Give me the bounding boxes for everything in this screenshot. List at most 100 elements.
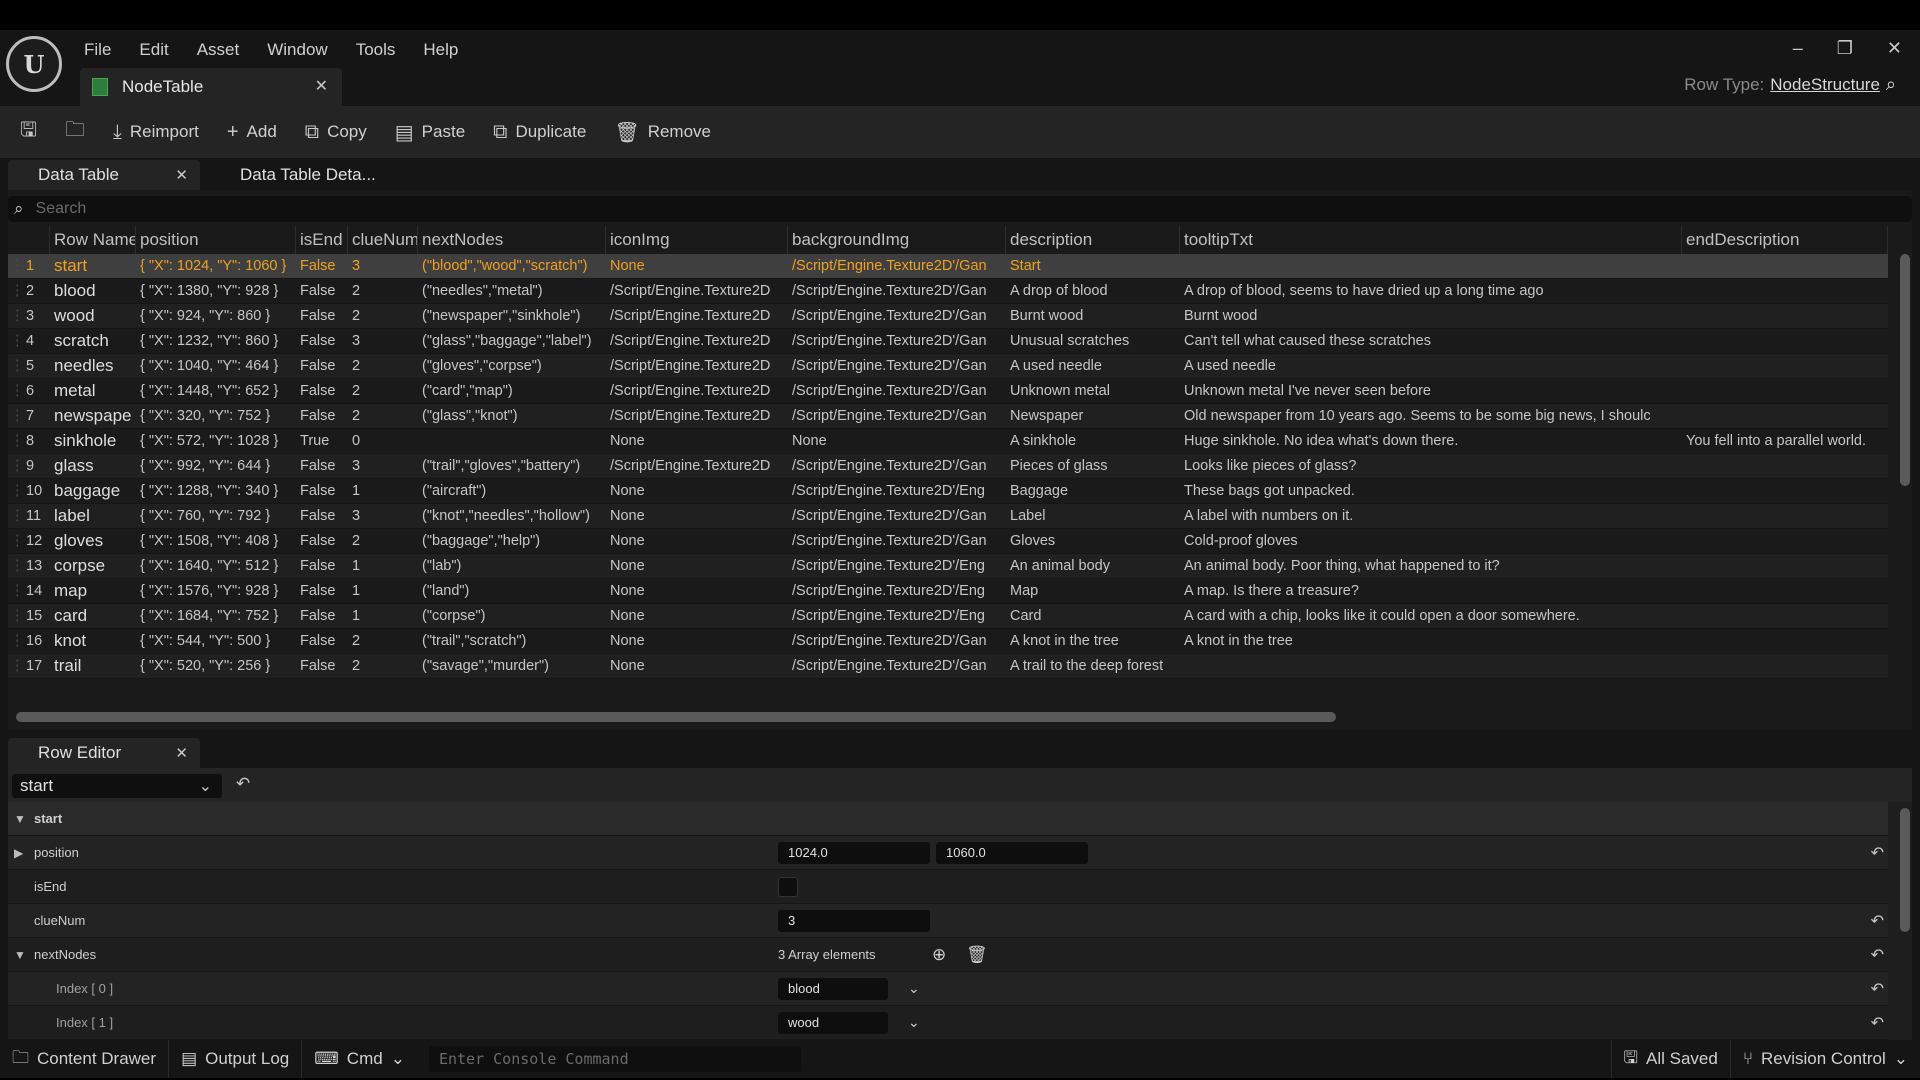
vertical-scrollbar[interactable] (1900, 254, 1910, 486)
cmd-dropdown[interactable]: ⌨ Cmd ⌄ (302, 1040, 417, 1078)
save-button[interactable]: 🖫 (20, 115, 37, 149)
position-x-field[interactable]: 1024.0 (778, 841, 930, 864)
drag-handle-icon[interactable]: ⋮ (8, 558, 22, 574)
table-row[interactable]: ⋮ 17 trail { "X": 520, "Y": 256 } False 2 ("sa… (8, 654, 1888, 679)
column-header[interactable]: position (136, 226, 296, 254)
drag-handle-icon[interactable]: ⋮ (8, 408, 22, 424)
tab-data-table[interactable]: Data Table ✕ (8, 160, 200, 190)
drag-handle-icon[interactable]: ⋮ (8, 508, 22, 524)
table-row[interactable]: ⋮ 9 glass { "X": 992, "Y": 644 } False 3 ("tra… (8, 454, 1888, 479)
drag-handle-icon[interactable]: ⋮ (8, 283, 22, 299)
trash-icon[interactable]: 🗑 (966, 945, 988, 965)
row-type-link[interactable]: NodeStructure (1770, 75, 1880, 95)
vertical-scrollbar[interactable] (1900, 808, 1910, 932)
output-log-button[interactable]: ▤ Output Log (169, 1040, 303, 1078)
table-row[interactable]: ⋮ 14 map { "X": 1576, "Y": 928 } False 1 ("lan… (8, 579, 1888, 604)
table-row[interactable]: ⋮ 3 wood { "X": 924, "Y": 860 } False 2 ("news… (8, 304, 1888, 329)
undo-icon[interactable]: ↶ (236, 774, 250, 794)
reset-icon[interactable]: ↶ (1871, 979, 1884, 999)
drag-handle-icon[interactable]: ⋮ (8, 383, 22, 399)
table-row[interactable]: ⋮ 7 newspape { "X": 320, "Y": 752 } False 2 ("… (8, 404, 1888, 429)
minimize-icon[interactable]: – (1793, 38, 1803, 59)
column-header[interactable]: backgroundImg (788, 226, 1006, 254)
table-row[interactable]: ⋮ 11 label { "X": 760, "Y": 792 } False 3 ("kn… (8, 504, 1888, 529)
browse-button[interactable]: 🗀 (65, 115, 85, 149)
column-header[interactable]: clueNum (348, 226, 418, 254)
search-input[interactable]: ⌕ Search (8, 196, 1912, 222)
restore-icon[interactable]: ❐ (1837, 38, 1853, 59)
reset-icon[interactable]: ↶ (1871, 1013, 1884, 1033)
table-row[interactable]: ⋮ 5 needles { "X": 1040, "Y": 464 } False 2 ("… (8, 354, 1888, 379)
table-row[interactable]: ⋮ 15 card { "X": 1684, "Y": 752 } False 1 ("co… (8, 604, 1888, 629)
table-row[interactable]: ⋮ 1 start { "X": 1024, "Y": 1060 } False 3 ("b… (8, 254, 1888, 279)
close-icon[interactable]: ✕ (175, 166, 188, 184)
close-icon[interactable]: ✕ (175, 744, 188, 762)
remove-button[interactable]: 🗑 Remove (614, 120, 711, 145)
drag-handle-icon[interactable]: ⋮ (8, 258, 22, 274)
column-header[interactable]: iconImg (606, 226, 788, 254)
document-tab[interactable]: NodeTable ✕ (80, 68, 342, 106)
table-row[interactable]: ⋮ 13 corpse { "X": 1640, "Y": 512 } False 1 ("… (8, 554, 1888, 579)
chevron-down-icon[interactable]: ⌄ (908, 1014, 920, 1031)
table-row[interactable]: ⋮ 8 sinkhole { "X": 572, "Y": 1028 } True 0 No… (8, 429, 1888, 454)
drag-handle-icon[interactable]: ⋮ (8, 633, 22, 649)
add-button[interactable]: + Add (227, 121, 277, 144)
index-1-field[interactable]: wood (778, 1011, 888, 1034)
copy-button[interactable]: ⧉ Copy (305, 121, 367, 144)
column-header[interactable]: description (1006, 226, 1180, 254)
drag-handle-icon[interactable]: ⋮ (8, 333, 22, 349)
menu-window[interactable]: Window (253, 34, 341, 66)
drag-handle-icon[interactable]: ⋮ (8, 658, 22, 674)
close-window-icon[interactable]: ✕ (1887, 38, 1902, 59)
reset-icon[interactable]: ↶ (1871, 945, 1884, 965)
reset-icon[interactable]: ↶ (1871, 911, 1884, 931)
column-header[interactable]: Row Name (50, 226, 136, 254)
menu-edit[interactable]: Edit (125, 34, 182, 66)
menu-file[interactable]: File (70, 34, 125, 66)
drag-handle-icon[interactable]: ⋮ (8, 533, 22, 549)
table-row[interactable]: ⋮ 16 knot { "X": 544, "Y": 500 } False 2 ("tra… (8, 629, 1888, 654)
position-y-field[interactable]: 1060.0 (936, 841, 1088, 864)
menu-tools[interactable]: Tools (342, 34, 410, 66)
column-header[interactable]: endDescription (1682, 226, 1888, 254)
all-saved-button[interactable]: 🖫 All Saved (1610, 1040, 1731, 1078)
duplicate-button[interactable]: ⧉ Duplicate (493, 121, 586, 144)
revision-control-button[interactable]: ⑂ Revision Control ⌄ (1731, 1040, 1920, 1078)
table-row[interactable]: ⋮ 4 scratch { "X": 1232, "Y": 860 } False 3 ("… (8, 329, 1888, 354)
table-row[interactable]: ⋮ 10 baggage { "X": 1288, "Y": 340 } False 1 (… (8, 479, 1888, 504)
table-row[interactable]: ⋮ 12 gloves { "X": 1508, "Y": 408 } False 2 ("… (8, 529, 1888, 554)
section-header[interactable]: ▼ start (8, 802, 1888, 836)
table-row[interactable]: ⋮ 6 metal { "X": 1448, "Y": 652 } False 2 ("ca… (8, 379, 1888, 404)
tab-row-editor[interactable]: Row Editor ✕ (8, 738, 200, 768)
drag-handle-icon[interactable]: ⋮ (8, 483, 22, 499)
expand-arrow-icon[interactable]: ▶ (14, 846, 23, 860)
column-header[interactable]: tooltipTxt (1180, 226, 1682, 254)
menu-help[interactable]: Help (409, 34, 472, 66)
cluenum-field[interactable]: 3 (778, 909, 930, 932)
unreal-logo-icon[interactable]: U (6, 36, 62, 92)
drag-handle-icon[interactable]: ⋮ (8, 608, 22, 624)
isend-checkbox[interactable] (778, 877, 798, 897)
horizontal-scrollbar[interactable] (16, 712, 1336, 722)
drag-handle-icon[interactable]: ⋮ (8, 433, 22, 449)
reset-icon[interactable]: ↶ (1871, 843, 1884, 863)
drag-handle-icon[interactable]: ⋮ (8, 358, 22, 374)
content-drawer-button[interactable]: 🗀 Content Drawer (0, 1040, 170, 1078)
search-icon[interactable]: ⌕ (1886, 74, 1896, 95)
table-row[interactable]: ⋮ 2 blood{ "X": 1380, "Y": 928 } False 2 ("ne… (8, 279, 1888, 304)
collapse-arrow-icon[interactable]: ▼ (14, 948, 26, 962)
row-select-dropdown[interactable]: start ⌄ (12, 774, 222, 798)
tab-data-table-details[interactable]: Data Table Deta... (210, 160, 410, 190)
reimport-button[interactable]: ⤓ Reimport (113, 121, 199, 144)
drag-handle-icon[interactable]: ⋮ (8, 458, 22, 474)
column-header[interactable]: isEnd (296, 226, 348, 254)
drag-handle-icon[interactable]: ⋮ (8, 308, 22, 324)
paste-button[interactable]: ▤ Paste (395, 120, 465, 145)
close-tab-icon[interactable]: ✕ (315, 76, 328, 96)
add-element-icon[interactable]: ⊕ (932, 945, 946, 965)
menu-asset[interactable]: Asset (183, 34, 254, 66)
index-0-field[interactable]: blood (778, 977, 888, 1000)
console-input[interactable]: Enter Console Command (428, 1046, 801, 1072)
drag-handle-icon[interactable]: ⋮ (8, 583, 22, 599)
column-header[interactable]: nextNodes (418, 226, 606, 254)
